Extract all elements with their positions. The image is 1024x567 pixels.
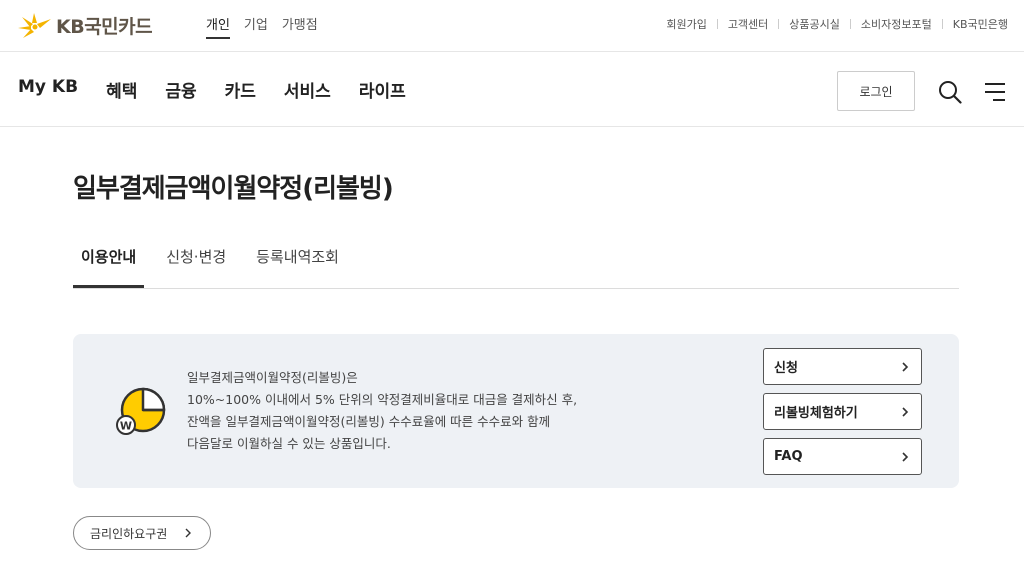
faq-button-label: FAQ xyxy=(774,449,803,464)
tab-registration-history[interactable]: 등록내역조회 xyxy=(248,245,347,288)
brand-name: KB국민카드 xyxy=(56,16,153,38)
apply-button[interactable]: 신청 xyxy=(763,348,922,385)
customer-center-link[interactable]: 고객센터 xyxy=(728,16,768,32)
nav-benefits[interactable]: 혜택 xyxy=(106,77,137,102)
description-line: 10%~100% 이내에서 5% 단위의 약정결제비율대로 대금을 결제하신 후… xyxy=(187,392,578,407)
segment-personal[interactable]: 개인 xyxy=(206,14,230,39)
tab-usage-guide[interactable]: 이용안내 xyxy=(73,245,145,288)
revolving-simulation-label: 리볼빙체험하기 xyxy=(774,406,858,421)
faq-button[interactable]: FAQ xyxy=(763,438,922,475)
content-tabs: 이용안내 신청·변경 등록내역조회 xyxy=(73,245,959,289)
divider xyxy=(778,19,780,29)
segment-merchant[interactable]: 가맹점 xyxy=(282,14,318,39)
chevron-right-icon xyxy=(902,361,909,372)
hamburger-menu-icon[interactable] xyxy=(983,80,1007,104)
consumer-portal-link[interactable]: 소비자정보포털 xyxy=(861,16,932,32)
nav-finance[interactable]: 금융 xyxy=(163,77,199,102)
product-info-box: W 일부결제금액이월약정(리볼빙)은 10%~100% 이내에서 5% 단위의 … xyxy=(73,334,959,488)
chevron-right-icon xyxy=(185,528,191,538)
revolving-simulation-button[interactable]: 리볼빙체험하기 xyxy=(763,393,922,430)
divider xyxy=(849,19,851,29)
chevron-right-icon xyxy=(902,451,909,462)
customer-segment-tabs: 개인 기업 가맹점 xyxy=(206,14,318,39)
nav-menu: My KB 혜택 금융 카드 서비스 라이프 xyxy=(18,77,406,102)
tab-apply-change[interactable]: 신청·변경 xyxy=(158,245,234,288)
nav-my-kb[interactable]: My KB xyxy=(18,77,78,102)
search-icon[interactable] xyxy=(938,80,962,104)
action-buttons: 신청 리볼빙체험하기 FAQ xyxy=(763,348,922,475)
signup-link[interactable]: 회원가입 xyxy=(666,16,706,32)
nav-card[interactable]: 카드 xyxy=(225,77,256,102)
description-line: 잔액을 일부결제금액이월약정(리볼빙) 수수료율에 따른 수수료와 함께 xyxy=(187,414,551,429)
nav-life[interactable]: 라이프 xyxy=(359,77,406,102)
divider xyxy=(941,19,943,29)
won-symbol: W xyxy=(120,420,132,433)
product-disclosure-link[interactable]: 상품공시실 xyxy=(789,16,840,32)
kb-bank-link[interactable]: KB국민은행 xyxy=(953,16,1008,32)
page-title: 일부결제금액이월약정(리볼빙) xyxy=(73,174,394,204)
main-navigation: My KB 혜택 금융 카드 서비스 라이프 로그인 xyxy=(0,53,1024,127)
description-line: 일부결제금액이월약정(리볼빙)은 xyxy=(187,370,358,385)
interest-rate-reduction-label: 금리인하요구권 xyxy=(90,526,168,541)
kb-card-logo[interactable]: KB국민카드 xyxy=(18,12,153,39)
nav-service[interactable]: 서비스 xyxy=(284,77,331,102)
apply-button-label: 신청 xyxy=(774,361,798,376)
kb-star-logo-icon xyxy=(18,12,51,38)
divider xyxy=(716,19,718,29)
description-line: 다음달로 이월하실 수 있는 상품입니다. xyxy=(187,436,391,451)
top-utility-bar: KB국민카드 개인 기업 가맹점 회원가입 고객센터 상품공시실 소비자정보포털… xyxy=(0,0,1024,52)
product-description: 일부결제금액이월약정(리볼빙)은 10%~100% 이내에서 5% 단위의 약정… xyxy=(187,367,657,455)
revolving-pie-clock-icon: W xyxy=(116,387,166,435)
interest-rate-reduction-button[interactable]: 금리인하요구권 xyxy=(73,516,211,550)
segment-business[interactable]: 기업 xyxy=(244,14,268,39)
utility-links: 회원가입 고객센터 상품공시실 소비자정보포털 KB국민은행 xyxy=(666,16,1008,32)
login-button[interactable]: 로그인 xyxy=(837,71,915,111)
chevron-right-icon xyxy=(902,406,909,417)
